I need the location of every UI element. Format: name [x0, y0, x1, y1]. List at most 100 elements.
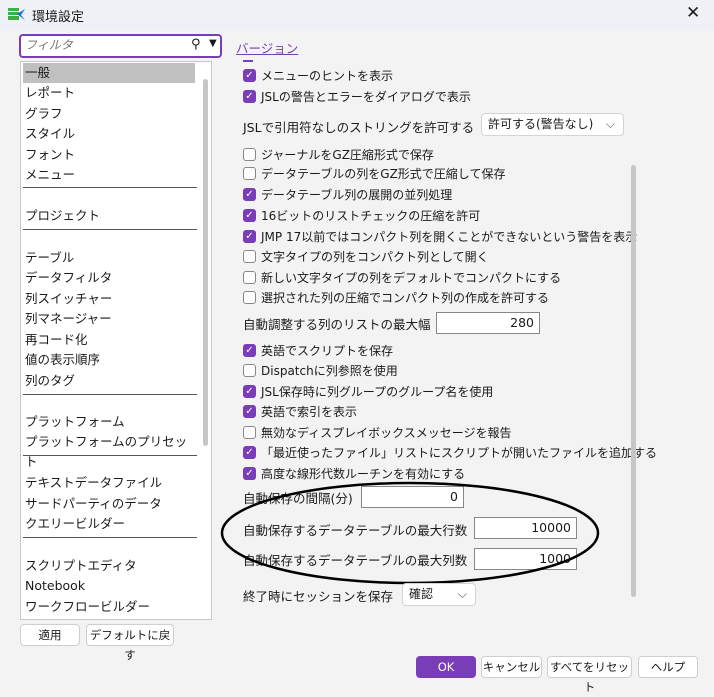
- checkbox-label: 文字タイプの列をコンパクト列として開く: [261, 249, 489, 264]
- checkbox-checked-icon[interactable]: ✓: [243, 68, 256, 82]
- window-title: 環境設定: [32, 10, 85, 25]
- filter-input[interactable]: [25, 38, 185, 52]
- checkbox-label: ジャーナルをGZ圧縮形式で保存: [261, 147, 434, 162]
- list-scrollbar[interactable]: [203, 79, 208, 446]
- ok-button[interactable]: OK: [416, 656, 476, 678]
- sidebar-item[interactable]: スタイル: [23, 124, 195, 144]
- checkbox-checked-icon[interactable]: ✓: [243, 343, 256, 357]
- sidebar-item[interactable]: Notebook: [23, 576, 195, 596]
- checkbox-option[interactable]: ✓ メニューのヒントを表示: [243, 65, 393, 85]
- checkbox-unchecked-icon[interactable]: [243, 363, 256, 377]
- divider: [23, 394, 197, 395]
- sidebar-item[interactable]: 列のタグ: [23, 371, 195, 391]
- checkbox-unchecked-icon[interactable]: [243, 249, 256, 263]
- sidebar-item[interactable]: 列マネージャー: [23, 309, 195, 329]
- checkbox-option[interactable]: ジャーナルをGZ圧縮形式で保存: [243, 144, 434, 164]
- help-button[interactable]: ヘルプ: [638, 656, 698, 678]
- main-scrollbar[interactable]: [631, 165, 636, 597]
- sidebar-item[interactable]: サードパーティのデータ: [23, 494, 195, 514]
- checkbox-option[interactable]: ✓ 英語で索引を表示: [243, 401, 357, 421]
- checkbox-option[interactable]: ✓ JSLの警告とエラーをダイアログで表示: [243, 86, 471, 106]
- checkbox-option[interactable]: データテーブルの列をGZ形式で圧縮して保存: [243, 163, 505, 183]
- checkbox-checked-icon[interactable]: ✓: [243, 208, 256, 222]
- annotation-ellipse: [220, 481, 600, 585]
- checkbox-checked-icon[interactable]: ✓: [243, 187, 256, 201]
- checkbox-checked-icon[interactable]: ✓: [243, 384, 256, 398]
- checkbox-option[interactable]: 新しい文字タイプの列をデフォルトでコンパクトにする: [243, 267, 561, 287]
- divider: [23, 229, 197, 230]
- checkbox-unchecked-icon[interactable]: [243, 270, 256, 284]
- checkbox-option[interactable]: 選択された列の圧縮でコンパクト列の作成を許可する: [243, 287, 549, 307]
- checkbox-unchecked-icon[interactable]: [243, 166, 256, 180]
- checkbox-label: データテーブル列の展開の並列処理: [261, 187, 453, 202]
- sidebar-item[interactable]: メニュー: [23, 165, 195, 185]
- sidebar-item[interactable]: クエリービルダー: [23, 514, 195, 534]
- sidebar-item[interactable]: プラットフォーム: [23, 412, 195, 432]
- checkbox-label: 選択された列の圧縮でコンパクト列の作成を許可する: [261, 290, 550, 305]
- reset-default-button[interactable]: デフォルトに戻す: [86, 624, 174, 662]
- checkbox-checked-icon[interactable]: ✓: [243, 229, 256, 243]
- checkbox-label: 英語で索引を表示: [261, 404, 358, 419]
- checkbox-checked-icon[interactable]: ✓: [243, 445, 256, 459]
- app-logo-icon: [8, 8, 25, 20]
- close-icon[interactable]: ✕: [686, 3, 700, 23]
- sidebar-item[interactable]: 列スイッチャー: [23, 289, 195, 309]
- sidebar-item[interactable]: プロジェクト: [23, 206, 195, 226]
- checkbox-label: 高度な線形代数ルーチンを有効にする: [261, 466, 466, 481]
- apply-button[interactable]: 適用: [20, 624, 80, 646]
- sidebar-item[interactable]: 一般: [23, 63, 195, 83]
- divider: [23, 537, 197, 538]
- jsl-unquoted-select[interactable]: 許可する(警告なし) ⌵: [481, 113, 624, 136]
- checkbox-option[interactable]: ✓ 英語でスクリプトを保存: [243, 340, 393, 360]
- checkbox-label: JMP 17以前ではコンパクト列を開くことができないという警告を表示: [261, 229, 638, 244]
- checkbox-option[interactable]: ✓ JMP 17以前ではコンパクト列を開くことができないという警告を表示: [243, 226, 637, 246]
- save-session-value: 確認: [409, 587, 434, 601]
- category-list[interactable]: 一般 レポート グラフ スタイル フォント メニュープロジェクト テーブル データフィルタ 列ス…: [20, 61, 212, 620]
- sidebar-item[interactable]: テーブル: [23, 248, 195, 268]
- checkbox-option[interactable]: 無効なディスプレイボックスメッセージを報告: [243, 422, 512, 442]
- sidebar-item[interactable]: データフィルタ: [23, 268, 195, 288]
- save-session-label: 終了時にセッションを保存: [243, 589, 394, 604]
- sidebar-item[interactable]: レポート: [23, 83, 195, 103]
- divider: [23, 187, 197, 188]
- sidebar-item[interactable]: テキストデータファイル: [23, 473, 195, 493]
- checkbox-checked-icon[interactable]: ✓: [243, 404, 256, 418]
- checkbox-label: データテーブルの列をGZ形式で圧縮して保存: [261, 166, 506, 181]
- reset-all-button[interactable]: すべてをリセット: [547, 656, 632, 694]
- save-session-select[interactable]: 確認 ⌵: [402, 583, 476, 606]
- sidebar-item[interactable]: スクリプトエディタ: [23, 556, 195, 576]
- checkbox-option[interactable]: ✓ データテーブル列の展開の並列処理: [243, 184, 452, 204]
- checkbox-option[interactable]: ✓ JSL保存時に列グループのグループ名を使用: [243, 381, 493, 401]
- sidebar-item[interactable]: フォント: [23, 145, 195, 165]
- sidebar-item[interactable]: 再コード化: [23, 330, 195, 350]
- checkbox-option[interactable]: ✓ 16ビットのリストチェックの圧縮を許可: [243, 205, 480, 225]
- checkbox-label: 新しい文字タイプの列をデフォルトでコンパクトにする: [261, 270, 562, 285]
- checkbox-label: 無効なディスプレイボックスメッセージを報告: [261, 425, 512, 440]
- checkbox-unchecked-icon[interactable]: [243, 290, 256, 304]
- checkbox-option[interactable]: Dispatchに列参照を使用: [243, 360, 398, 380]
- search-icon[interactable]: ⚲: [191, 37, 201, 52]
- checkbox-option[interactable]: ✓ 「最近使ったファイル」リストにスクリプトが開いたファイルを追加する: [243, 442, 657, 462]
- checkbox-label: JSLの警告とエラーをダイアログで表示: [261, 89, 471, 104]
- checkbox-checked-icon[interactable]: ✓: [243, 89, 256, 103]
- checkbox-unchecked-icon[interactable]: [243, 425, 256, 439]
- filter-field[interactable]: ⚲ ▼: [19, 34, 222, 58]
- sidebar-item[interactable]: グラフ: [23, 104, 195, 124]
- chevron-down-icon: ⌵: [457, 587, 467, 601]
- checkbox-label: 「最近使ったファイル」リストにスクリプトが開いたファイルを追加する: [261, 445, 658, 460]
- checkbox-label: 16ビットのリストチェックの圧縮を許可: [261, 208, 481, 223]
- checkbox-checked-icon[interactable]: ✓: [243, 466, 256, 480]
- jsl-unquoted-value: 許可する(警告なし): [488, 117, 594, 131]
- sidebar-item[interactable]: プラットフォームのプリセット: [23, 432, 195, 469]
- cancel-button[interactable]: キャンセル: [481, 656, 542, 678]
- autofit-max-input[interactable]: 280: [436, 312, 540, 334]
- checkbox-label: Dispatchに列参照を使用: [261, 363, 398, 378]
- checkbox-option[interactable]: 文字タイプの列をコンパクト列として開く: [243, 246, 489, 266]
- sidebar-item[interactable]: ワークフロービルダー: [23, 597, 195, 617]
- chevron-down-icon[interactable]: ▼: [209, 38, 217, 49]
- version-link[interactable]: バージョン: [236, 38, 298, 57]
- divider: [23, 455, 197, 456]
- sidebar-item[interactable]: 値の表示順序: [23, 350, 195, 370]
- checkbox-unchecked-icon[interactable]: [243, 147, 256, 161]
- checkbox-label: メニューのヒントを表示: [261, 68, 394, 83]
